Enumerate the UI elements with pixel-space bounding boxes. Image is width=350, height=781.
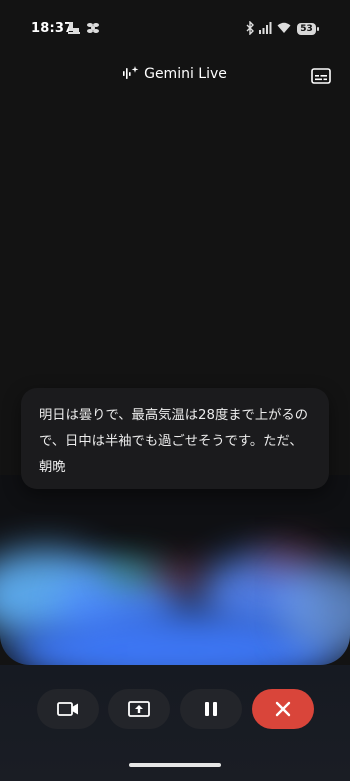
battery-level: 53 <box>297 23 316 35</box>
screen-share-icon <box>128 701 150 717</box>
header: Gemini Live <box>0 66 350 82</box>
battery-tip <box>317 27 319 31</box>
page-title: Gemini Live <box>144 66 227 82</box>
captions-icon[interactable] <box>311 67 331 85</box>
close-icon <box>275 701 291 717</box>
end-call-button[interactable] <box>252 689 314 729</box>
fan-icon <box>87 23 99 33</box>
transcript-text: 明日は曇りで、最高気温は28度まで上がるので、日中は半袖でも過ごせそうです。ただ… <box>39 408 309 475</box>
pause-icon <box>205 702 217 716</box>
video-icon <box>57 702 78 716</box>
pause-button[interactable] <box>180 689 242 729</box>
gemini-live-icon <box>123 66 139 79</box>
signal-icon <box>259 22 272 34</box>
transcript-card: 明日は曇りで、最高気温は28度まで上がるので、日中は半袖でも過ごせそうです。ただ… <box>21 388 329 489</box>
bluetooth-icon <box>246 21 254 35</box>
home-indicator[interactable] <box>129 763 221 767</box>
notification-app-icon <box>68 22 80 34</box>
wifi-icon <box>277 22 291 33</box>
video-button[interactable] <box>37 689 99 729</box>
status-bar: 18:37 53 <box>0 0 350 50</box>
screen-share-button[interactable] <box>108 689 170 729</box>
voice-visualizer <box>0 475 350 665</box>
